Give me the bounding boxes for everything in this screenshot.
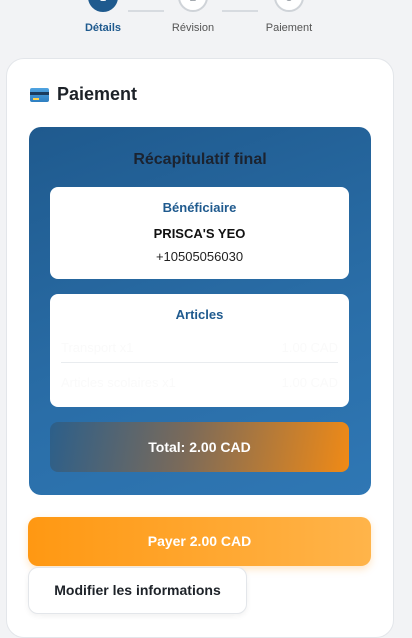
step-number: 2	[178, 0, 208, 12]
checkout-stepper: 1 Détails 2 Révision 3 Paiement	[0, 0, 412, 48]
articles-box: Articles Transport x1 1.00 CAD Articles …	[50, 294, 349, 407]
list-item: Transport x1 1.00 CAD	[61, 340, 338, 355]
article-price: 1.00 CAD	[281, 375, 338, 390]
credit-card-icon	[30, 87, 49, 102]
total-banner: Total: 2.00 CAD	[50, 422, 349, 472]
payment-title: Paiement	[57, 84, 138, 104]
step-number: 3	[274, 0, 304, 12]
beneficiary-phone: +10505056030	[155, 249, 244, 264]
step-connector	[128, 10, 164, 12]
step-number: 1	[88, 0, 118, 12]
article-name: Articles scolaires x1	[61, 375, 176, 390]
edit-info-button[interactable]: Modifier les informations	[28, 567, 247, 614]
step-label: Paiement	[265, 22, 313, 34]
payment-heading: Paiement	[30, 84, 137, 105]
article-price: 1.00 CAD	[281, 340, 338, 355]
article-name: Transport x1	[61, 340, 134, 355]
final-summary-panel: Récapitulatif final Bénéficiaire PRISCA'…	[29, 127, 371, 495]
step-connector	[222, 10, 258, 12]
step-label: Révision	[171, 22, 215, 34]
beneficiary-heading: Bénéficiaire	[162, 200, 237, 215]
list-item: Articles scolaires x1 1.00 CAD	[61, 375, 338, 390]
pay-button[interactable]: Payer 2.00 CAD	[28, 517, 371, 566]
summary-title: Récapitulatif final	[133, 151, 267, 168]
articles-heading: Articles	[175, 307, 224, 322]
divider	[61, 362, 338, 363]
beneficiary-box: Bénéficiaire PRISCA'S YEO +10505056030	[50, 187, 349, 279]
beneficiary-name: PRISCA'S YEO	[153, 226, 246, 241]
step-label: Détails	[84, 22, 122, 34]
